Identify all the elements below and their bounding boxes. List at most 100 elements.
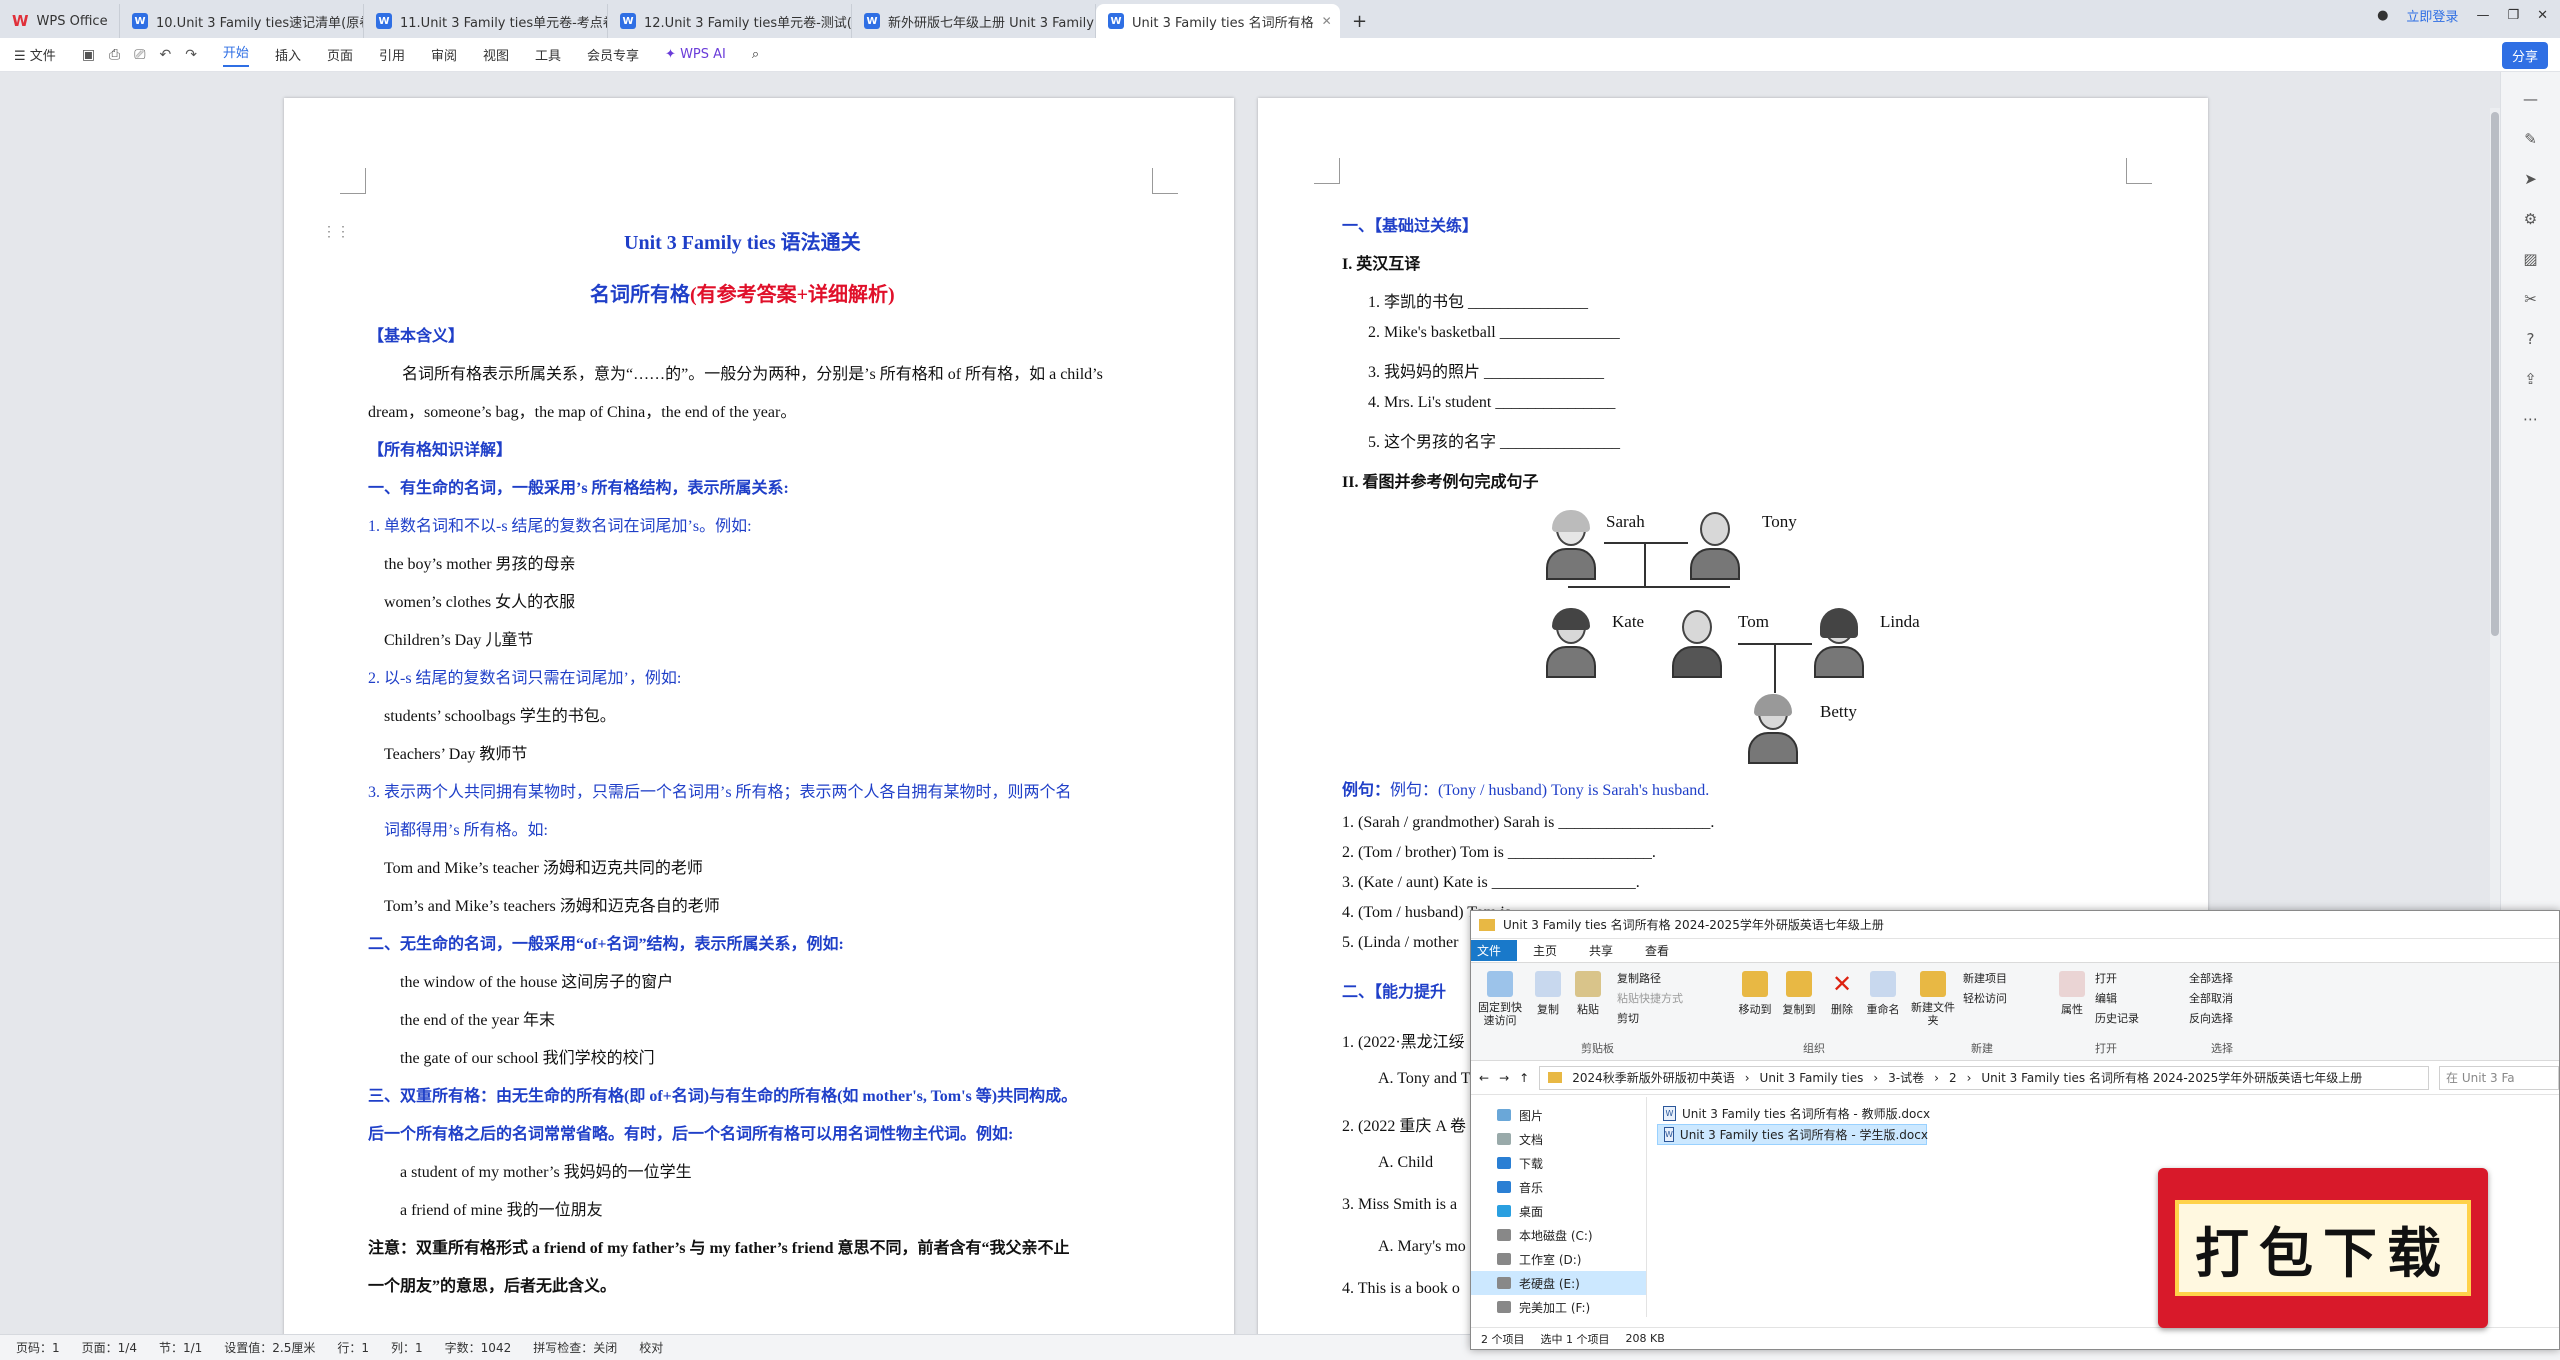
new-folder-button[interactable]: 新建文件夹	[1911, 971, 1955, 1027]
menu-tools[interactable]: 工具	[535, 45, 561, 64]
up-icon[interactable]: ↑	[1519, 1071, 1529, 1085]
pen-icon[interactable]: ✎	[2524, 130, 2537, 148]
tab-doc-active[interactable]: W Unit 3 Family ties 名词所有格 ✕	[1096, 4, 1340, 38]
share-icon[interactable]: ⇪	[2524, 370, 2537, 388]
collapse-icon[interactable]: —	[2523, 90, 2538, 108]
menu-view[interactable]: 视图	[483, 45, 509, 64]
help-icon[interactable]: ?	[2527, 330, 2535, 348]
undo-icon[interactable]: ↶	[159, 47, 171, 63]
status-wordcount[interactable]: 字数：1042	[445, 1339, 512, 1356]
paste-button[interactable]: 粘贴	[1571, 971, 1605, 1017]
menu-review[interactable]: 审阅	[431, 45, 457, 64]
nav-item[interactable]: 老硬盘 (E:)	[1471, 1271, 1646, 1295]
close-icon[interactable]: ✕	[1322, 14, 1332, 28]
tab-doc-11[interactable]: W 11.Unit 3 Family ties单元卷-考点卷(...	[364, 4, 608, 38]
tools-icon[interactable]: ✂	[2524, 290, 2537, 308]
path-segment[interactable]: Unit 3 Family ties 名词所有格 2024-2025学年外研版英…	[1981, 1069, 2362, 1086]
exercise-heading: II. 看图并参考例句完成句子	[1342, 474, 1539, 491]
maximize-icon[interactable]: ❐	[2507, 8, 2519, 23]
export-icon[interactable]: ⎙	[109, 47, 120, 63]
properties-icon	[2059, 971, 2085, 997]
nav-item[interactable]: 文档	[1471, 1127, 1646, 1151]
search-icon[interactable]: ⌕	[752, 47, 759, 62]
question-item: 1. (Sarah / grandmother) Sarah is ______…	[1342, 814, 1715, 831]
new-folder-label: 新建文件夹	[1911, 1001, 1955, 1027]
nav-item[interactable]: 工作室 (D:)	[1471, 1247, 1646, 1271]
redo-icon[interactable]: ↷	[185, 47, 197, 63]
tab-doc-12[interactable]: W 12.Unit 3 Family ties单元卷-测试(...	[608, 4, 852, 38]
question-item: 4. This is a book o	[1342, 1280, 1460, 1297]
copy-path-button[interactable]: 复制路径 粘贴快捷方式 剪切	[1617, 969, 1683, 1029]
status-proofread[interactable]: 校对	[639, 1339, 663, 1356]
explorer-tab-view[interactable]: 查看	[1629, 939, 1685, 963]
nav-item[interactable]: 图片	[1471, 1103, 1646, 1127]
copy-to-button[interactable]: 复制到	[1779, 971, 1819, 1017]
nav-item[interactable]: 音乐	[1471, 1175, 1646, 1199]
pin-button[interactable]: 固定到快速访问	[1475, 971, 1525, 1027]
scrollbar-thumb[interactable]	[2491, 112, 2499, 636]
wps-ai-button[interactable]: ✦ WPS AI	[665, 47, 726, 62]
nav-item[interactable]: 下载	[1471, 1151, 1646, 1175]
nav-label: 图片	[1519, 1108, 1544, 1123]
explorer-tabs: 文件 主页 共享 查看	[1471, 939, 2559, 963]
file-menu[interactable]: ☰ 文件	[14, 45, 56, 64]
properties-button[interactable]: 属性	[2055, 971, 2089, 1017]
download-badge[interactable]: 打包下载	[2158, 1168, 2488, 1328]
rename-button[interactable]: 重命名	[1863, 971, 1903, 1017]
menu-page[interactable]: 页面	[327, 45, 353, 64]
delete-button[interactable]: ✕ 删除	[1825, 971, 1859, 1017]
image-icon[interactable]: ▨	[2523, 250, 2537, 268]
menu-vip[interactable]: 会员专享	[587, 45, 639, 64]
copy-button[interactable]: 复制	[1531, 971, 1565, 1017]
forward-icon[interactable]: →	[1499, 1071, 1509, 1085]
minimize-icon[interactable]: —	[2476, 8, 2489, 23]
select-buttons[interactable]: 全部选择 全部取消 反向选择	[2189, 969, 2233, 1029]
move-to-button[interactable]: 移动到	[1735, 971, 1775, 1017]
nav-item[interactable]: 本地磁盘 (C:)	[1471, 1223, 1646, 1247]
explorer-tab-home[interactable]: 主页	[1517, 939, 1573, 963]
login-link[interactable]: 立即登录	[2406, 6, 2458, 25]
menu-insert[interactable]: 插入	[275, 45, 301, 64]
downloads-icon	[1497, 1157, 1511, 1169]
explorer-search-input[interactable]: 在 Unit 3 Fa	[2439, 1065, 2559, 1090]
close-window-icon[interactable]: ✕	[2537, 8, 2548, 23]
nav-item[interactable]: 完美加工 (F:)	[1471, 1295, 1646, 1319]
menu-home[interactable]: 开始	[222, 42, 249, 67]
path-segment[interactable]: Unit 3 Family ties	[1760, 1071, 1864, 1085]
share-button[interactable]: 分享	[2501, 42, 2548, 69]
open-button[interactable]: 打开 编辑 历史记录	[2095, 969, 2139, 1029]
address-bar[interactable]: 2024秋季新版外研版初中英语 › Unit 3 Family ties › 3-试…	[1539, 1065, 2429, 1090]
path-segment[interactable]: 2	[1949, 1071, 1957, 1085]
new-item-button[interactable]: 新建项目 轻松访问	[1963, 969, 2007, 1009]
new-tab-button[interactable]: +	[1340, 4, 1379, 38]
cursor-icon[interactable]: ➤	[2524, 170, 2537, 188]
group-organize: 组织	[1803, 1042, 1825, 1055]
settings-icon[interactable]: ⚙	[2524, 210, 2537, 228]
path-segment[interactable]: 3-试卷	[1888, 1069, 1924, 1086]
tab-doc-new[interactable]: W 新外研版七年级上册 Unit 3 Family ti...	[852, 4, 1096, 38]
explorer-tab-file[interactable]: 文件	[1471, 940, 1518, 961]
explorer-titlebar: Unit 3 Family ties 名词所有格 2024-2025学年外研版英…	[1471, 911, 2559, 939]
status-pages: 页面：1/4	[81, 1341, 137, 1355]
user-icon[interactable]: ●	[2377, 8, 2388, 23]
menu-references[interactable]: 引用	[379, 45, 405, 64]
section-heading: 一、【基础过关练】	[1342, 218, 1479, 235]
path-segment[interactable]: 2024秋季新版外研版初中英语	[1572, 1069, 1735, 1086]
back-icon[interactable]: ←	[1479, 1071, 1489, 1085]
group-open: 打开	[2095, 1042, 2117, 1055]
new-folder-icon	[1920, 971, 1946, 997]
item-count: 2 个项目	[1481, 1332, 1525, 1346]
status-spellcheck[interactable]: 拼写检查：关闭	[533, 1339, 617, 1356]
tab-doc-10[interactable]: W 10.Unit 3 Family ties速记清单(原卷...	[120, 4, 364, 38]
tab-label: 11.Unit 3 Family ties单元卷-考点卷(...	[400, 15, 607, 31]
print-icon[interactable]: ⎚	[134, 47, 145, 63]
file-item[interactable]: W Unit 3 Family ties 名词所有格 - 学生版.docx	[1657, 1124, 1928, 1145]
nav-item[interactable]: 桌面	[1471, 1199, 1646, 1223]
save-icon[interactable]: ▣	[82, 47, 95, 63]
file-item[interactable]: W Unit 3 Family ties 名词所有格 - 教师版.docx	[1657, 1103, 2257, 1124]
drag-handle-icon[interactable]: ⋮⋮	[322, 224, 350, 241]
explorer-ribbon: 固定到快速访问 复制 粘贴 复制路径 粘贴快捷方式 剪切 剪贴板 移动到 复制到 ✕…	[1471, 963, 2559, 1061]
explorer-tab-share[interactable]: 共享	[1573, 939, 1629, 963]
more-icon[interactable]: ⋯	[2523, 410, 2538, 428]
tab-wps-office[interactable]: W WPS Office	[0, 4, 120, 38]
